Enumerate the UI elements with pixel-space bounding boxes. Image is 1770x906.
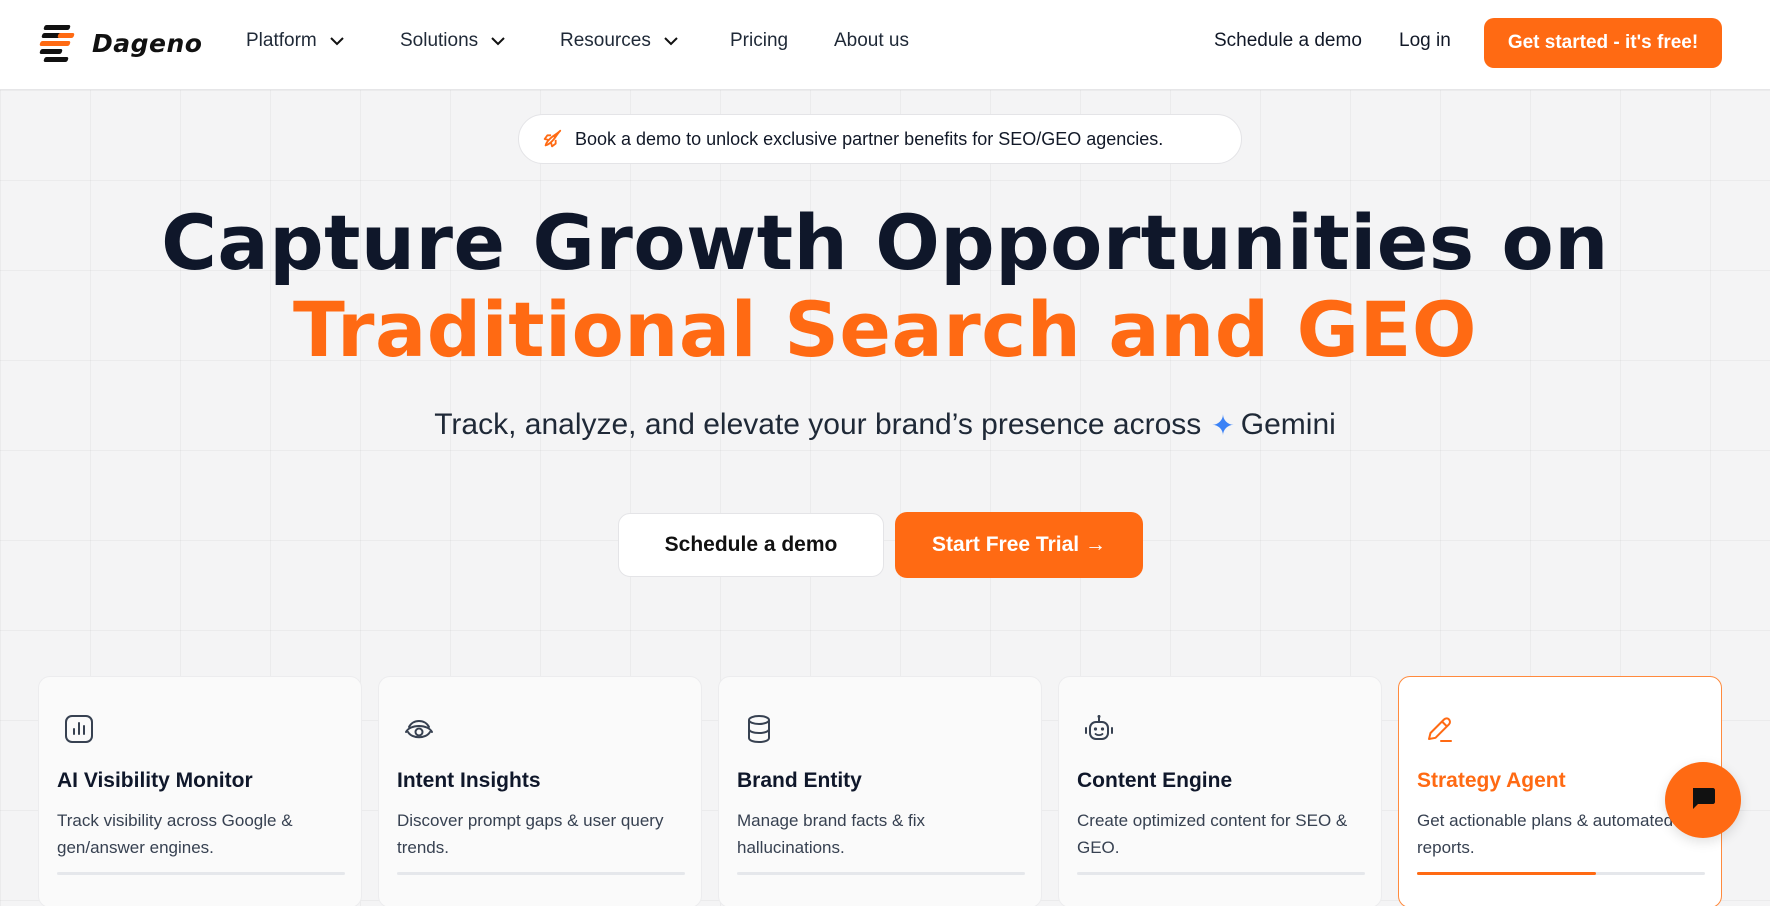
start-free-trial-button[interactable]: Start Free Trial →: [895, 512, 1143, 578]
announcement-banner[interactable]: Book a demo to unlock exclusive partner …: [518, 114, 1242, 164]
nav-solutions-label: Solutions: [400, 30, 479, 51]
nav-resources-label: Resources: [560, 30, 651, 51]
get-started-button[interactable]: Get started - it's free!: [1484, 18, 1722, 68]
chevron-down-icon: [329, 36, 345, 46]
schedule-demo-button[interactable]: Schedule a demo: [618, 513, 884, 577]
hero-subtitle-engine: Gemini: [1240, 408, 1336, 441]
login-link[interactable]: Log in: [1399, 30, 1451, 52]
feature-title: AI Visibility Monitor: [57, 769, 253, 792]
pencil-icon: [1423, 713, 1455, 745]
feature-title: Intent Insights: [397, 769, 541, 792]
database-icon: [743, 713, 775, 745]
top-nav: Dageno Platform Solutions Resources Pric…: [0, 0, 1770, 90]
feature-desc: Track visibility across Google & gen/ans…: [57, 811, 293, 857]
feature-card-brand-entity[interactable]: Brand Entity Manage brand facts & fix ha…: [718, 676, 1042, 906]
schedule-demo-link[interactable]: Schedule a demo: [1214, 30, 1362, 52]
feature-desc: Manage brand facts & fix hallucinations.: [737, 811, 926, 857]
feature-title: Content Engine: [1077, 769, 1233, 792]
feature-title: Strategy Agent: [1417, 769, 1566, 792]
feature-progress-track: [57, 872, 345, 875]
nav-platform-label: Platform: [246, 30, 317, 51]
dageno-logo-icon: [38, 22, 78, 64]
chat-bubble-icon: [1688, 783, 1718, 818]
feature-progress-track: [397, 872, 685, 875]
nav-platform[interactable]: Platform: [246, 30, 345, 52]
feature-desc: Create optimized content for SEO & GEO.: [1077, 811, 1348, 857]
hero-subtitle-text: Track, analyze, and elevate your brand’s…: [434, 408, 1202, 441]
nav-about-label: About us: [834, 30, 909, 51]
feature-progress-track: [1077, 872, 1365, 875]
announcement-text: Book a demo to unlock exclusive partner …: [575, 128, 1164, 149]
nav-pricing[interactable]: Pricing: [730, 30, 788, 52]
hero-headline-line1: Capture Growth Opportunities on: [161, 198, 1609, 287]
hero-headline-line2: Traditional Search and GEO: [292, 285, 1478, 374]
eye-icon: [403, 713, 435, 745]
brand-name: Dageno: [92, 28, 203, 58]
feature-progress-fill: [1417, 872, 1596, 875]
feature-progress-track: [1417, 872, 1705, 875]
feature-card-content-engine[interactable]: Content Engine Create optimized content …: [1058, 676, 1382, 906]
feature-progress-track: [737, 872, 1025, 875]
nav-pricing-label: Pricing: [730, 30, 789, 51]
nav-solutions[interactable]: Solutions: [400, 30, 506, 52]
nav-about[interactable]: About us: [834, 30, 909, 52]
feature-title: Brand Entity: [737, 769, 862, 792]
feature-desc: Discover prompt gaps & user query trends…: [397, 811, 664, 857]
feature-card-intent-insights[interactable]: Intent Insights Discover prompt gaps & u…: [378, 676, 702, 906]
rocket-icon: [541, 128, 563, 150]
bar-chart-icon: [63, 713, 95, 745]
feature-desc: Get actionable plans & automated reports…: [1417, 811, 1674, 857]
chevron-down-icon: [490, 36, 506, 46]
hero-subtitle: Track, analyze, and elevate your brand’s…: [0, 408, 1770, 442]
brand-logo[interactable]: Dageno: [38, 22, 202, 64]
nav-resources[interactable]: Resources: [560, 30, 679, 52]
robot-icon: [1083, 713, 1115, 745]
gemini-sparkle-icon: ✦: [1211, 409, 1235, 441]
chevron-down-icon: [663, 36, 679, 46]
chat-widget-button[interactable]: [1665, 762, 1741, 838]
feature-card-ai-visibility[interactable]: AI Visibility Monitor Track visibility a…: [38, 676, 362, 906]
